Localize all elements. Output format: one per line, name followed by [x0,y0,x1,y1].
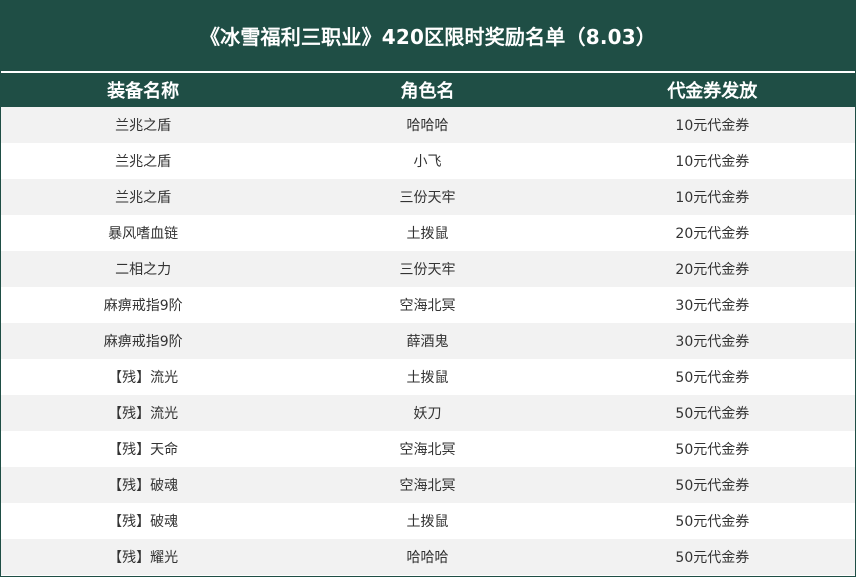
table-row: 兰兆之盾 哈哈哈 10元代金券 [1,107,855,143]
cell-character: 空海北冥 [399,298,456,314]
cell-voucher: 50元代金券 [675,478,750,494]
cell-equipment: 【残】破魂 [108,478,179,494]
cell-voucher: 50元代金券 [675,514,750,530]
table-row: 麻痹戒指9阶 薛酒鬼 30元代金券 [1,323,855,359]
table-row: 【残】耀光 哈哈哈 50元代金券 [1,539,855,575]
cell-voucher: 50元代金券 [675,370,750,386]
cell-equipment: 【残】流光 [108,406,179,422]
header-character: 角色名 [400,81,455,102]
table-row: 二相之力 三份天牢 20元代金券 [1,251,855,287]
cell-character: 哈哈哈 [406,550,449,566]
table-body: 兰兆之盾 哈哈哈 10元代金券 兰兆之盾 小飞 10元代金券 兰兆之盾 三份天牢… [1,107,855,575]
cell-voucher: 20元代金券 [675,226,750,242]
table-row: 【残】破魂 土拨鼠 50元代金券 [1,503,855,539]
table-row: 兰兆之盾 三份天牢 10元代金券 [1,179,855,215]
cell-character: 空海北冥 [399,442,456,458]
cell-voucher: 20元代金券 [675,262,750,278]
table-row: 【残】天命 空海北冥 50元代金券 [1,431,855,467]
cell-equipment: 兰兆之盾 [115,118,172,134]
cell-voucher: 10元代金券 [675,190,750,206]
cell-equipment: 暴风嗜血链 [108,226,179,242]
table-row: 暴风嗜血链 土拨鼠 20元代金券 [1,215,855,251]
cell-equipment: 二相之力 [115,262,172,278]
table-row: 麻痹戒指9阶 空海北冥 30元代金券 [1,287,855,323]
cell-equipment: 【残】耀光 [108,550,179,566]
table-header: 装备名称 角色名 代金券发放 [1,73,855,107]
cell-equipment: 【残】天命 [108,442,179,458]
cell-voucher: 50元代金券 [675,442,750,458]
header-voucher: 代金券发放 [667,81,758,102]
reward-list-sheet: 《冰雪福利三职业》420区限时奖励名单（8.03） 装备名称 角色名 代金券发放… [0,0,856,577]
table-row: 【残】流光 土拨鼠 50元代金券 [1,359,855,395]
cell-equipment: 麻痹戒指9阶 [103,298,183,314]
cell-character: 空海北冥 [399,478,456,494]
cell-character: 土拨鼠 [406,514,449,530]
cell-voucher: 30元代金券 [675,298,750,314]
cell-character: 三份天牢 [399,190,456,206]
cell-equipment: 兰兆之盾 [115,190,172,206]
cell-character: 哈哈哈 [406,118,449,134]
cell-character: 土拨鼠 [406,226,449,242]
cell-character: 小飞 [413,154,442,170]
cell-voucher: 50元代金券 [675,406,750,422]
cell-character: 土拨鼠 [406,370,449,386]
table-row: 【残】流光 妖刀 50元代金券 [1,395,855,431]
cell-equipment: 麻痹戒指9阶 [103,334,183,350]
cell-character: 三份天牢 [399,262,456,278]
cell-character: 薛酒鬼 [406,334,449,350]
table-row: 兰兆之盾 小飞 10元代金券 [1,143,855,179]
cell-voucher: 10元代金券 [675,118,750,134]
cell-voucher: 10元代金券 [675,154,750,170]
cell-character: 妖刀 [413,406,442,422]
cell-voucher: 30元代金券 [675,334,750,350]
page-title: 《冰雪福利三职业》420区限时奖励名单（8.03） [1,0,855,71]
cell-voucher: 50元代金券 [675,550,750,566]
cell-equipment: 【残】破魂 [108,514,179,530]
cell-equipment: 兰兆之盾 [115,154,172,170]
header-equipment: 装备名称 [107,81,180,102]
cell-equipment: 【残】流光 [108,370,179,386]
table-row: 【残】破魂 空海北冥 50元代金券 [1,467,855,503]
